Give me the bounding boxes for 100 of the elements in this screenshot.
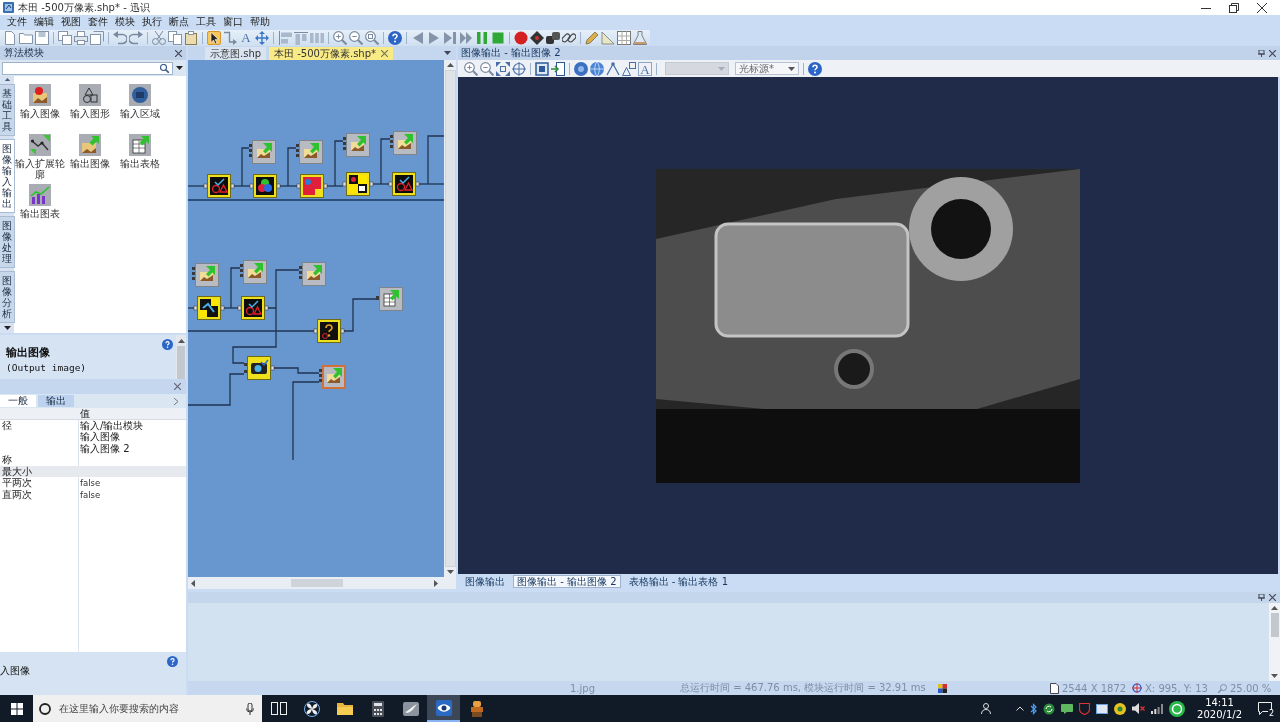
sync-icon[interactable] [1043, 702, 1056, 715]
panel-tab[interactable]: 一般 [0, 395, 36, 407]
person-icon[interactable] [981, 703, 993, 714]
property-value[interactable]: false [78, 478, 101, 488]
microphone-icon[interactable] [246, 702, 254, 715]
scissors-icon[interactable] [152, 30, 166, 45]
expand-icon[interactable] [496, 61, 510, 76]
menu-item[interactable]: 帮助 [246, 15, 273, 29]
status-circle-icon[interactable] [1169, 700, 1186, 717]
windows-icon[interactable] [10, 702, 23, 715]
align-top-icon[interactable] [294, 30, 308, 45]
menu-item[interactable]: 断点 [165, 15, 192, 29]
view-tab[interactable]: 表格输出 - 输出表格 1 [624, 575, 733, 588]
property-value[interactable]: false [78, 489, 101, 500]
search-field[interactable]: 在这里输入你要搜索的内容 [33, 695, 262, 722]
scroll-right-icon[interactable] [434, 579, 438, 587]
close-icon[interactable] [1257, 2, 1267, 13]
zoom-in-icon[interactable] [464, 61, 478, 76]
disc-icon[interactable] [574, 61, 588, 76]
scroll-up-icon[interactable] [3, 78, 11, 81]
scroll-up-icon[interactable] [177, 339, 185, 343]
caret-down-icon[interactable] [176, 66, 183, 70]
dot-disc-icon[interactable] [1114, 702, 1127, 715]
copy-icon[interactable] [168, 30, 182, 45]
scrollbar-thumb[interactable] [444, 70, 456, 567]
tool-label[interactable]: 输入区域 [115, 108, 165, 119]
restore-icon[interactable] [1229, 2, 1239, 13]
new-file-icon[interactable] [3, 30, 17, 45]
bar-chart-icon[interactable] [29, 184, 51, 206]
text-tool-button[interactable]: A [638, 61, 652, 76]
move-icon[interactable] [255, 30, 269, 45]
scroll-down-icon[interactable] [3, 326, 11, 330]
property-value[interactable]: 输入图像 2 [78, 442, 130, 454]
view-tab[interactable]: 图像输出 - 输出图像 2 [513, 575, 621, 588]
scroll-up-icon[interactable] [446, 63, 454, 67]
category-tab[interactable]: 基础工具 [0, 84, 15, 136]
region-disc-icon[interactable] [129, 84, 151, 106]
help-icon[interactable] [167, 656, 178, 667]
scroll-up-icon[interactable] [1271, 606, 1278, 610]
tool-label[interactable]: 输出表格 [115, 158, 165, 169]
zoom-in-icon[interactable] [333, 30, 347, 45]
speaker-muted-icon[interactable] [1132, 703, 1146, 714]
taskbar-button[interactable] [427, 695, 460, 722]
globe-icon[interactable] [590, 61, 604, 76]
pause-icon[interactable] [475, 30, 489, 45]
view-tab[interactable]: 图像输出 [461, 575, 509, 588]
tool-label[interactable]: 输入图形 [65, 108, 115, 119]
property-value[interactable]: 输入/输出模块 [78, 419, 144, 431]
property-value[interactable]: 输入图像 [78, 431, 120, 442]
tool-label[interactable]: 输入扩展轮廓 [15, 158, 65, 180]
clock-date[interactable]: 2020/1/2 [1197, 708, 1242, 721]
stop-icon[interactable] [491, 30, 505, 45]
pointer-icon[interactable] [207, 30, 221, 45]
redo-icon[interactable] [129, 30, 143, 45]
screen-icon[interactable] [1096, 703, 1109, 714]
document-tab[interactable]: 本田 -500万像素.shp* [269, 47, 394, 60]
menu-item[interactable]: 模块 [111, 15, 138, 29]
menu-item[interactable]: 执行 [138, 15, 165, 29]
panel-tab[interactable]: 输出 [38, 395, 74, 407]
search-input[interactable]: 在这里输入你要搜索的内容 [59, 701, 238, 716]
angle-icon[interactable] [606, 61, 620, 76]
ruler-icon[interactable] [601, 30, 615, 45]
import-icon[interactable] [551, 61, 565, 76]
network-icon[interactable] [1151, 703, 1164, 714]
picture-icon[interactable] [29, 84, 51, 106]
duplicate-icon[interactable] [90, 30, 104, 45]
pin-icon[interactable] [1258, 49, 1265, 57]
menu-item[interactable]: 窗口 [219, 15, 246, 29]
save-icon[interactable] [35, 30, 49, 45]
menu-item[interactable]: 工具 [192, 15, 219, 29]
zoom-out-icon[interactable] [349, 30, 363, 45]
flask-icon[interactable] [633, 30, 647, 45]
shield-icon[interactable] [1079, 702, 1091, 715]
pin-icon[interactable] [1258, 594, 1265, 601]
grid-icon[interactable] [617, 30, 631, 45]
category-tab[interactable]: 图像处理 [0, 216, 15, 268]
menu-item[interactable]: 文件 [3, 15, 30, 29]
help-icon[interactable] [162, 339, 173, 350]
frame-icon[interactable] [535, 61, 549, 76]
category-tab[interactable]: 图像分析 [0, 271, 15, 323]
close-icon[interactable] [1269, 594, 1276, 601]
link-icon[interactable] [562, 30, 576, 45]
scroll-down-icon[interactable] [446, 570, 454, 574]
menu-item[interactable]: 编辑 [30, 15, 57, 29]
close-icon[interactable] [1269, 49, 1276, 57]
help-icon[interactable] [808, 61, 822, 76]
fast-forward-icon[interactable] [459, 30, 473, 45]
undo-icon[interactable] [113, 30, 127, 45]
play-icon[interactable] [427, 30, 441, 45]
scroll-left-icon[interactable] [191, 579, 195, 587]
step-back-icon[interactable] [411, 30, 425, 45]
scrollbar-thumb[interactable] [291, 579, 344, 587]
help-icon[interactable] [388, 30, 402, 45]
breakpoint-icon[interactable] [514, 30, 528, 45]
chevron-up-icon[interactable] [1016, 706, 1025, 711]
chat-icon[interactable] [1061, 703, 1074, 714]
print-icon[interactable] [74, 30, 88, 45]
clipboard-icon[interactable] [184, 30, 198, 45]
scroll-down-icon[interactable] [1271, 674, 1278, 678]
align-left-icon[interactable] [278, 30, 292, 45]
